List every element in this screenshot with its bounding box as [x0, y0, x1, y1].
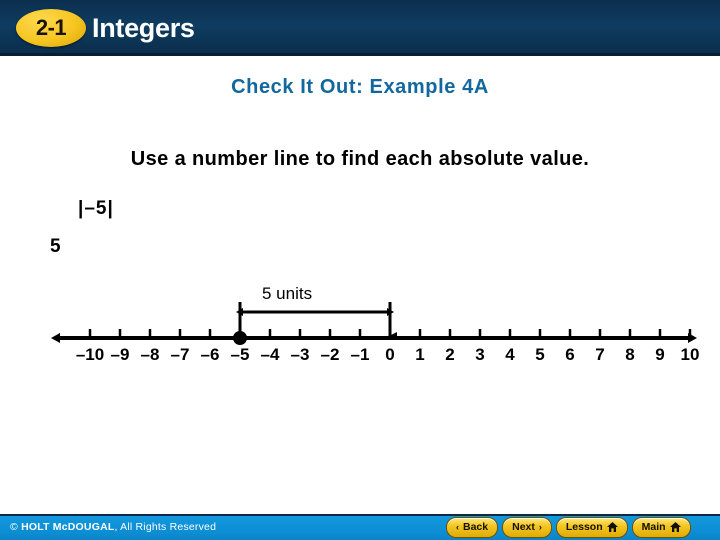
- navigation-buttons: ‹ Back Next › Lesson Main: [446, 516, 691, 538]
- nav-button-label: Main: [641, 521, 666, 533]
- nav-button-next[interactable]: Next ›: [502, 516, 552, 538]
- nav-button-label: Back: [463, 521, 489, 533]
- tick-label: –5: [230, 345, 250, 364]
- slide: 2-1 Integers Check It Out: Example 4A Us…: [0, 0, 720, 540]
- nav-button-main[interactable]: Main: [631, 516, 691, 538]
- tick-label: –4: [260, 345, 280, 364]
- tick-label: 0: [385, 345, 395, 364]
- nav-button-lesson[interactable]: Lesson: [555, 516, 628, 538]
- absolute-value-expression: |–5|: [78, 198, 114, 219]
- measure-guides: [238, 302, 397, 340]
- copyright-brand: HOLT McDOUGAL: [21, 521, 115, 533]
- number-line-ticks: [88, 329, 692, 340]
- chevron-left-icon: ‹: [456, 521, 459, 532]
- tick-label: 5: [535, 345, 545, 364]
- tick-label: 9: [655, 345, 665, 364]
- copyright-text: © HOLT McDOUGAL, All Rights Reserved: [10, 519, 216, 535]
- header-title: Integers: [92, 13, 195, 43]
- tick-label: –6: [200, 345, 220, 364]
- nav-button-label: Next: [512, 521, 535, 533]
- tick-label: 8: [625, 345, 635, 364]
- tick-label: –9: [110, 345, 130, 364]
- prompt-text: Use a number line to find each absolute …: [130, 148, 590, 170]
- tick-label: –2: [320, 345, 340, 364]
- tick-label: 10: [680, 345, 700, 364]
- chevron-right-icon: ›: [538, 521, 542, 532]
- tick-label: –3: [290, 345, 310, 364]
- example-subtitle: Check It Out: Example 4A: [231, 76, 489, 98]
- nav-button-back[interactable]: ‹ Back: [446, 516, 499, 538]
- plotted-point: [233, 331, 247, 345]
- lesson-number-text: 2-1: [35, 15, 67, 40]
- lesson-number-badge: 2-1: [16, 9, 86, 47]
- tick-label: 3: [475, 345, 485, 364]
- home-icon: [669, 522, 681, 532]
- copyright-rest: , All Rights Reserved: [114, 521, 217, 533]
- units-label: 5 units: [262, 284, 313, 303]
- tick-label: –8: [140, 345, 160, 364]
- tick-label: –7: [170, 345, 190, 364]
- answer-value: 5: [50, 236, 61, 257]
- copyright-symbol: ©: [10, 521, 18, 533]
- tick-label: –1: [350, 345, 370, 364]
- home-icon: [606, 522, 618, 532]
- tick-label: 4: [505, 345, 515, 364]
- tick-label: 6: [565, 345, 575, 364]
- tick-label: 7: [595, 345, 605, 364]
- tick-label: 2: [445, 345, 455, 364]
- nav-button-label: Lesson: [565, 521, 603, 533]
- tick-label: 1: [415, 345, 425, 364]
- tick-label: –10: [75, 345, 105, 364]
- header-bar: 2-1 Integers: [0, 0, 720, 56]
